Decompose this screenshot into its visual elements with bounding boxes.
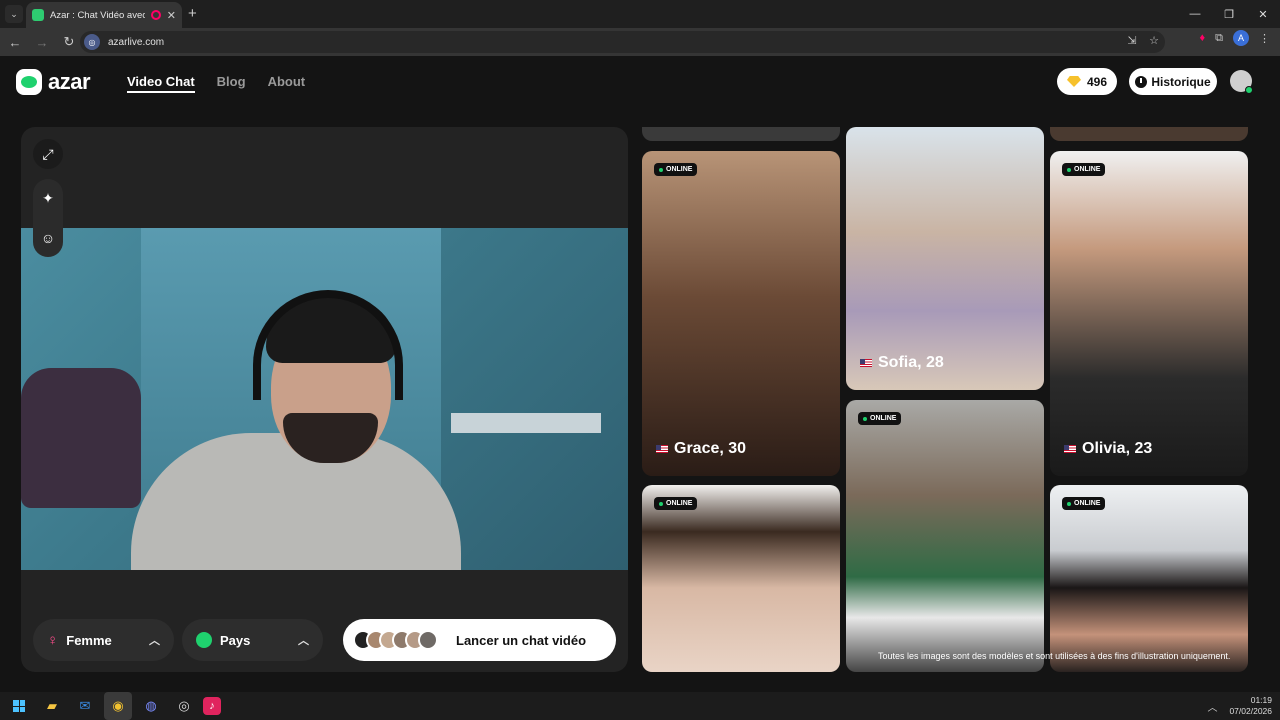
expand-icon[interactable]: ⤢ [33, 139, 63, 169]
minimize-button[interactable]: — [1178, 0, 1212, 28]
profile-card[interactable]: ONLINE [846, 400, 1044, 672]
video-panel: ⤢ ✦ ☺ ♀ Femme ︿ Pays ︿ Lancer un chat vi… [21, 127, 628, 672]
new-tab-button[interactable]: + [188, 5, 197, 22]
chat-controls: ♀ Femme ︿ Pays ︿ Lancer un chat vidéo [33, 619, 618, 661]
profile-card[interactable]: ONLINE [642, 485, 840, 672]
reload-button[interactable]: ↻ [57, 30, 81, 54]
site-info-icon[interactable]: ◎ [84, 34, 100, 50]
online-badge: ONLINE [858, 412, 902, 425]
profile-card-partial[interactable] [642, 127, 840, 141]
close-window-button[interactable]: ✕ [1246, 0, 1280, 28]
start-video-chat-button[interactable]: Lancer un chat vidéo [343, 619, 616, 661]
effects-group: ✦ ☺ [33, 179, 63, 257]
magic-wand-icon[interactable]: ✦ [33, 183, 63, 213]
gems-balance-button[interactable]: 496 [1057, 68, 1117, 95]
file-explorer-icon[interactable]: ▰ [38, 692, 66, 720]
globe-icon [196, 632, 212, 648]
start-button[interactable] [5, 692, 33, 720]
logo-text: azar [48, 69, 91, 94]
clock-icon [1135, 75, 1148, 88]
tray-chevron-icon[interactable]: ︿ [1207, 699, 1217, 714]
profile-name: Sofia, 28 [860, 354, 944, 372]
install-app-icon[interactable]: ⇲ [1125, 34, 1139, 47]
close-tab-icon[interactable]: ✕ [167, 9, 176, 22]
chevron-up-icon: ︿ [149, 635, 160, 647]
azar-logo[interactable]: azar [16, 69, 91, 95]
forward-button[interactable]: → [30, 30, 54, 54]
nav-about[interactable]: About [268, 74, 306, 93]
gem-icon [1066, 76, 1081, 87]
browser-toolbar: ← → ↻ ◎ azarlive.com ⇲ ☆ [0, 28, 1280, 56]
outlook-icon[interactable]: ✉ [71, 692, 99, 720]
avatar [418, 630, 438, 650]
profile-name: Grace, 30 [656, 440, 746, 458]
start-video-chat-label: Lancer un chat vidéo [456, 632, 587, 648]
restore-button[interactable]: ❐ [1212, 0, 1246, 28]
discord-icon[interactable]: ◍ [137, 692, 165, 720]
system-clock[interactable]: 01:19 07/02/2026 [1229, 695, 1272, 717]
browser-right-tools: ♦ ⧉ A ⋮ [1200, 30, 1270, 46]
azar-app: azar Video Chat Blog About 496 Historiqu… [0, 56, 1280, 692]
profile-card-sofia[interactable]: Sofia, 28 [846, 127, 1044, 390]
address-bar[interactable]: ◎ azarlive.com ⇲ ☆ [80, 31, 1165, 53]
online-badge: ONLINE [1062, 163, 1106, 176]
nav-video-chat[interactable]: Video Chat [127, 74, 195, 93]
tab-title: Azar : Chat Vidéo avec de n [50, 9, 145, 21]
chrome-icon[interactable]: ◉ [104, 692, 132, 720]
bookmark-star-icon[interactable]: ☆ [1147, 34, 1161, 47]
nav-blog[interactable]: Blog [217, 74, 246, 93]
gems-count: 496 [1086, 74, 1108, 89]
female-icon: ♀ [47, 631, 59, 649]
gender-filter-select[interactable]: ♀ Femme ︿ [33, 619, 174, 661]
clock-time: 01:19 [1250, 695, 1272, 705]
avatar-stack [353, 630, 438, 650]
clock-date: 07/02/2026 [1229, 706, 1272, 716]
online-badge: ONLINE [654, 497, 698, 510]
windows-taskbar: ▰ ✉ ◉ ◍ ◎ ♪ ︿ 01:19 07/02/2026 [0, 692, 1280, 720]
tab-search-button[interactable]: ⌄ [5, 5, 23, 23]
azar-favicon-icon [32, 9, 44, 21]
main-nav: Video Chat Blog About [127, 74, 305, 93]
profile-card-grace[interactable]: ONLINE Grace, 30 [642, 151, 840, 476]
back-button[interactable]: ← [3, 30, 27, 54]
online-badge: ONLINE [1062, 497, 1106, 510]
system-tray: ︿ 01:19 07/02/2026 [1207, 692, 1272, 720]
video-side-tools: ⤢ ✦ ☺ [33, 139, 63, 257]
country-filter-label: Pays [220, 632, 251, 648]
extension-icon[interactable]: ♦ [1200, 32, 1206, 44]
browser-menu-icon[interactable]: ⋮ [1259, 32, 1270, 45]
url-actions: ⇲ ☆ [1125, 34, 1161, 47]
recording-icon [150, 10, 161, 20]
tiktok-icon[interactable]: ♪ [203, 697, 221, 715]
us-flag-icon [1064, 445, 1076, 453]
profile-card[interactable]: ONLINE [1050, 485, 1248, 672]
country-filter-select[interactable]: Pays ︿ [182, 619, 323, 661]
browser-tabbar: ⌄ Azar : Chat Vidéo avec de n ✕ + — ❐ ✕ [0, 0, 1280, 28]
gender-filter-label: Femme [66, 632, 112, 648]
profile-card-partial[interactable] [1050, 127, 1248, 141]
browser-tab-azar[interactable]: Azar : Chat Vidéo avec de n ✕ [26, 2, 182, 28]
us-flag-icon [656, 445, 668, 453]
history-button[interactable]: Historique [1129, 68, 1217, 95]
profile-name: Olivia, 23 [1064, 440, 1152, 458]
illustration-disclaimer: Toutes les images sont des modèles et so… [878, 651, 1231, 661]
chevron-up-icon: ︿ [298, 635, 309, 647]
history-label: Historique [1151, 74, 1211, 89]
windows-icon [13, 700, 25, 712]
user-status-dot [1245, 86, 1253, 94]
profile-card-olivia[interactable]: ONLINE Olivia, 23 [1050, 151, 1248, 476]
window-controls: — ❐ ✕ [1178, 0, 1280, 28]
profile-avatar[interactable]: A [1233, 30, 1249, 46]
online-badge: ONLINE [654, 163, 698, 176]
self-camera-feed [21, 228, 628, 570]
azar-logo-icon [16, 69, 42, 95]
face-filter-icon[interactable]: ☺ [33, 223, 63, 253]
us-flag-icon [860, 359, 872, 367]
url-text[interactable]: azarlive.com [108, 37, 164, 48]
obs-icon[interactable]: ◎ [170, 692, 198, 720]
extensions-puzzle-icon[interactable]: ⧉ [1215, 32, 1223, 45]
profile-gallery: ONLINE Grace, 30 Sofia, 28 ONLINE Olivia… [642, 127, 1248, 672]
